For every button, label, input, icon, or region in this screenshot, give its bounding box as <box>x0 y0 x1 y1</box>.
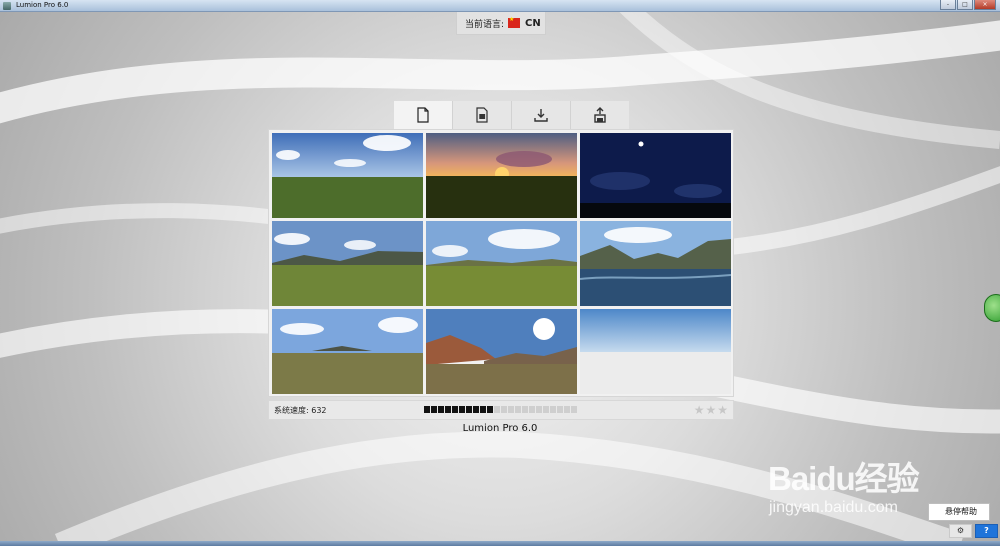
window-title-bar: Lumion Pro 6.0 - □ × <box>0 0 1000 12</box>
hover-help-label[interactable]: 悬停帮助 <box>928 503 990 521</box>
speed-meter-segment <box>480 406 486 413</box>
speed-meter-segment <box>571 406 577 413</box>
taskbar <box>0 541 1000 546</box>
speed-meter-segment <box>445 406 451 413</box>
thumbnail-sunny-canyon[interactable] <box>426 309 577 394</box>
app-icon <box>3 1 11 10</box>
side-badge-icon[interactable] <box>984 294 1000 322</box>
scene-panel <box>268 129 734 397</box>
thumbnail-mountain-lake[interactable] <box>580 221 731 306</box>
thumbnail-mountain-grassland[interactable] <box>272 221 423 306</box>
tab-load[interactable] <box>512 101 571 129</box>
speed-meter-segment <box>424 406 430 413</box>
baidu-watermark: Baidu经验 jingyan.baidu.com <box>768 452 920 517</box>
bottom-buttons: ⚙ ? <box>949 524 998 538</box>
thumbnail-sunset-grassland[interactable] <box>426 133 577 218</box>
settings-button[interactable]: ⚙ <box>949 524 972 538</box>
speed-meter-segment <box>536 406 542 413</box>
speed-meter-segment <box>466 406 472 413</box>
thumbnail-dry-grassland[interactable] <box>272 309 423 394</box>
thumbnail-sunny-grassland[interactable] <box>272 133 423 218</box>
help-button[interactable]: ? <box>975 524 998 538</box>
speed-meter-segment <box>557 406 563 413</box>
speed-meter-segment <box>564 406 570 413</box>
speed-meter-segment <box>550 406 556 413</box>
close-button[interactable]: × <box>974 0 996 10</box>
speed-meter-segment <box>543 406 549 413</box>
china-flag-icon <box>508 16 521 28</box>
minimize-button[interactable]: - <box>940 0 956 10</box>
status-bar: 系统速度: 632 ★★★ <box>268 400 734 420</box>
speed-meter-segment <box>459 406 465 413</box>
speed-meter-segment <box>529 406 535 413</box>
speed-meter-segment <box>452 406 458 413</box>
speed-meter-segment <box>487 406 493 413</box>
upload-icon <box>594 107 606 123</box>
maximize-button[interactable]: □ <box>957 0 973 10</box>
thumbnail-night-sky[interactable] <box>580 133 731 218</box>
document-image-icon <box>476 107 488 123</box>
scene-thumbnail-grid <box>272 133 731 394</box>
rating-stars: ★★★ <box>693 403 729 417</box>
speed-meter-segment <box>494 406 500 413</box>
tab-new-scene[interactable] <box>394 101 453 129</box>
speed-meter-segment <box>508 406 514 413</box>
speed-meter-segment <box>438 406 444 413</box>
window-title: Lumion Pro 6.0 <box>16 1 69 9</box>
language-label: 当前语言: <box>465 19 505 30</box>
system-speed-text: 系统速度: 632 <box>274 405 327 415</box>
main-tabs <box>394 101 629 129</box>
speed-meter-segment <box>473 406 479 413</box>
thumbnail-empty-sky[interactable] <box>580 309 731 394</box>
tab-save[interactable] <box>571 101 629 129</box>
speed-meter-segment <box>522 406 528 413</box>
window-controls: - □ × <box>940 0 996 10</box>
language-code: CN <box>525 17 541 29</box>
tab-examples[interactable] <box>453 101 512 129</box>
speed-meter-segment <box>431 406 437 413</box>
speed-meter-segment <box>515 406 521 413</box>
speed-meter <box>424 406 577 413</box>
document-icon <box>417 107 429 123</box>
watermark-brand: Baidu经验 <box>768 460 920 497</box>
watermark-url: jingyan.baidu.com <box>769 499 898 516</box>
language-selector[interactable]: 当前语言: CN <box>456 12 546 35</box>
thumbnail-hill-grassland[interactable] <box>426 221 577 306</box>
speed-meter-segment <box>501 406 507 413</box>
download-icon <box>534 109 548 122</box>
version-text: Lumion Pro 6.0 <box>462 423 538 434</box>
